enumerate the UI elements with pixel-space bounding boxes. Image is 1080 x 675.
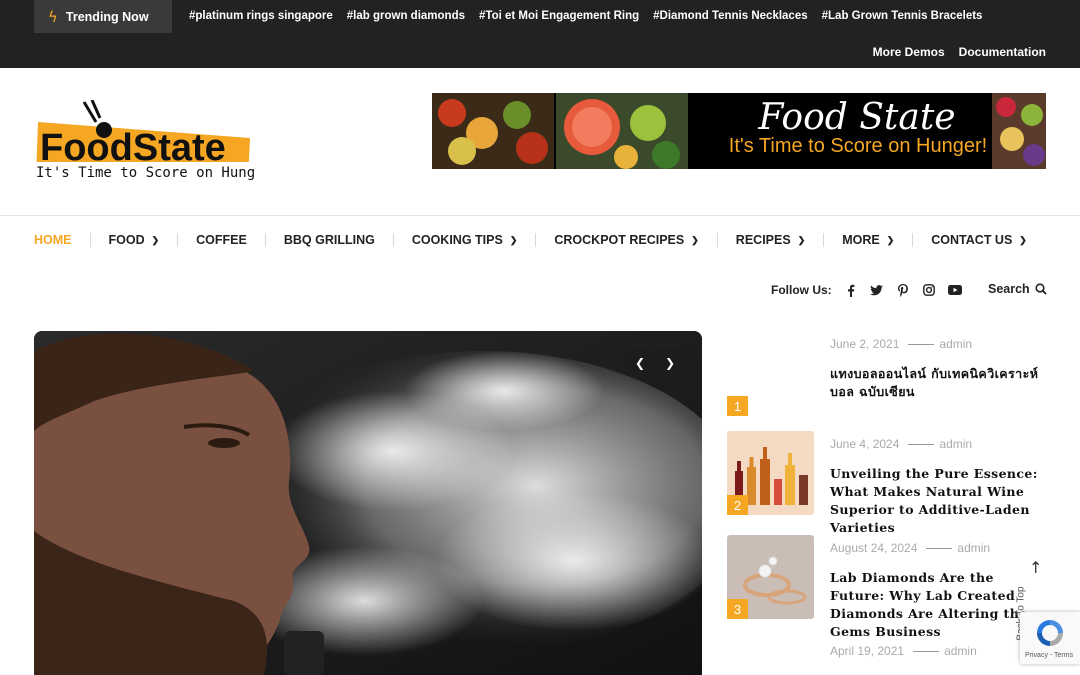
nav-item-recipes[interactable]: Recipes ❯ xyxy=(736,233,805,247)
nav-item-more[interactable]: More ❯ xyxy=(842,233,894,247)
youtube-icon[interactable] xyxy=(947,283,962,297)
nav-item-contact-us[interactable]: Contact Us ❯ xyxy=(931,233,1027,247)
post-date[interactable]: April 19, 2021 xyxy=(830,644,904,658)
documentation-link[interactable]: Documentation xyxy=(959,45,1046,59)
post-rank-badge: 1 xyxy=(727,396,748,416)
nav-divider xyxy=(716,233,718,247)
food-image-fruits xyxy=(556,93,688,169)
nav-item-coffee[interactable]: Coffee xyxy=(196,233,247,247)
nav-item-cooking-tips[interactable]: Cooking Tips ❯ xyxy=(412,233,518,247)
search-button[interactable]: Search xyxy=(988,282,1047,296)
post-author[interactable]: admin xyxy=(957,541,990,555)
recaptcha-badge[interactable]: Privacy - Terms xyxy=(1020,612,1080,664)
arrow-up-icon: ↑ xyxy=(1029,558,1043,577)
trending-tag[interactable]: #Toi et Moi Engagement Ring xyxy=(479,10,639,22)
twitter-icon[interactable] xyxy=(870,283,884,297)
banner-title: Food State xyxy=(758,97,956,138)
nav-item-food[interactable]: Food ❯ xyxy=(109,233,160,247)
post-meta: June 2, 2021 admin xyxy=(830,337,972,351)
banner-subtitle: It's Time to Score on Hunger! xyxy=(728,135,988,157)
post-date[interactable]: June 2, 2021 xyxy=(830,337,899,351)
meta-divider xyxy=(908,443,935,445)
post-title[interactable]: แทงบอลออนไลน์ กับเทคนิควิเคราะห์บอล ฉบับ… xyxy=(830,365,1048,401)
chevron-left-icon: ❮ xyxy=(634,355,646,370)
recaptcha-links[interactable]: Privacy - Terms xyxy=(1025,652,1073,659)
logo-tagline: It's Time to Score on Hunger xyxy=(36,165,254,181)
featured-slider[interactable] xyxy=(34,331,702,675)
post-author[interactable]: admin xyxy=(939,337,972,351)
trending-tag[interactable]: #Diamond Tennis Necklaces xyxy=(653,10,807,22)
search-icon xyxy=(1035,283,1047,295)
instagram-icon[interactable] xyxy=(922,283,936,297)
post-title[interactable]: Unveiling the Pure Essence: What Makes N… xyxy=(830,465,1048,537)
featured-image xyxy=(34,331,702,675)
recaptcha-icon xyxy=(1037,620,1063,646)
site-logo[interactable]: FoodState It's Time to Score on Hunger xyxy=(34,99,272,185)
chevron-down-icon: ❯ xyxy=(509,234,518,245)
header-banner-ad[interactable]: Food State It's Time to Score on Hunger! xyxy=(432,93,1046,169)
chevron-down-icon: ❯ xyxy=(151,234,160,245)
trending-label-text: Trending Now xyxy=(65,9,149,24)
pinterest-icon[interactable] xyxy=(896,283,910,297)
post-author[interactable]: admin xyxy=(944,644,977,658)
nav-divider xyxy=(89,233,91,247)
chevron-down-icon: ❯ xyxy=(886,234,895,245)
trending-tag[interactable]: #Lab Grown Tennis Bracelets xyxy=(822,10,983,22)
post-rank-badge: 3 xyxy=(727,599,748,619)
nav-divider xyxy=(177,233,179,247)
foodstate-logo-graphic: FoodState It's Time to Score on Hunger xyxy=(34,99,272,181)
food-image-produce xyxy=(992,93,1046,169)
follow-us-label: Follow Us: xyxy=(771,283,832,297)
post-date[interactable]: August 24, 2024 xyxy=(830,541,917,555)
food-image-grill xyxy=(432,93,554,169)
top-bar: ϟ Trending Now #platinum rings singapore… xyxy=(0,0,1080,68)
meta-divider xyxy=(913,650,940,652)
main-nav: Home Food ❯ Coffee BBQ Grilling Cooking T… xyxy=(34,233,1027,247)
post-author[interactable]: admin xyxy=(939,437,972,451)
nav-divider xyxy=(912,233,914,247)
facebook-icon[interactable] xyxy=(844,283,858,297)
chevron-down-icon: ❯ xyxy=(1019,234,1027,245)
chevron-right-icon: ❯ xyxy=(664,355,676,370)
nav-divider xyxy=(264,233,266,247)
slider-next-button[interactable]: ❯ xyxy=(656,349,684,376)
nav-divider xyxy=(823,233,825,247)
social-follow: Follow Us: xyxy=(771,283,962,297)
top-links: More Demos Documentation xyxy=(873,45,1046,59)
slider-prev-button[interactable]: ❮ xyxy=(626,349,654,376)
nav-item-home[interactable]: Home xyxy=(34,233,72,247)
nav-item-crockpot-recipes[interactable]: Crockpot Recipes ❯ xyxy=(554,233,698,247)
post-rank-badge: 2 xyxy=(727,495,748,515)
meta-divider xyxy=(926,547,953,549)
trending-tag[interactable]: #platinum rings singapore xyxy=(189,10,333,22)
post-meta: April 19, 2021 admin xyxy=(830,644,977,658)
nav-item-bbq-grilling[interactable]: BBQ Grilling xyxy=(284,233,375,247)
header-divider xyxy=(0,215,1080,216)
post-meta: August 24, 2024 admin xyxy=(830,541,990,555)
chevron-down-icon: ❯ xyxy=(797,234,806,245)
post-date[interactable]: June 4, 2024 xyxy=(830,437,899,451)
trending-now-label: ϟ Trending Now xyxy=(34,0,172,33)
search-label: Search xyxy=(988,282,1030,296)
chevron-down-icon: ❯ xyxy=(691,234,699,245)
meta-divider xyxy=(908,343,935,345)
trending-tag[interactable]: #lab grown diamonds xyxy=(347,10,465,22)
nav-divider xyxy=(535,233,537,247)
nav-divider xyxy=(392,233,394,247)
trending-tags: #platinum rings singapore #lab grown dia… xyxy=(189,10,982,22)
more-demos-link[interactable]: More Demos xyxy=(873,45,945,59)
post-meta: June 4, 2024 admin xyxy=(830,437,972,451)
lightning-icon: ϟ xyxy=(48,7,58,26)
